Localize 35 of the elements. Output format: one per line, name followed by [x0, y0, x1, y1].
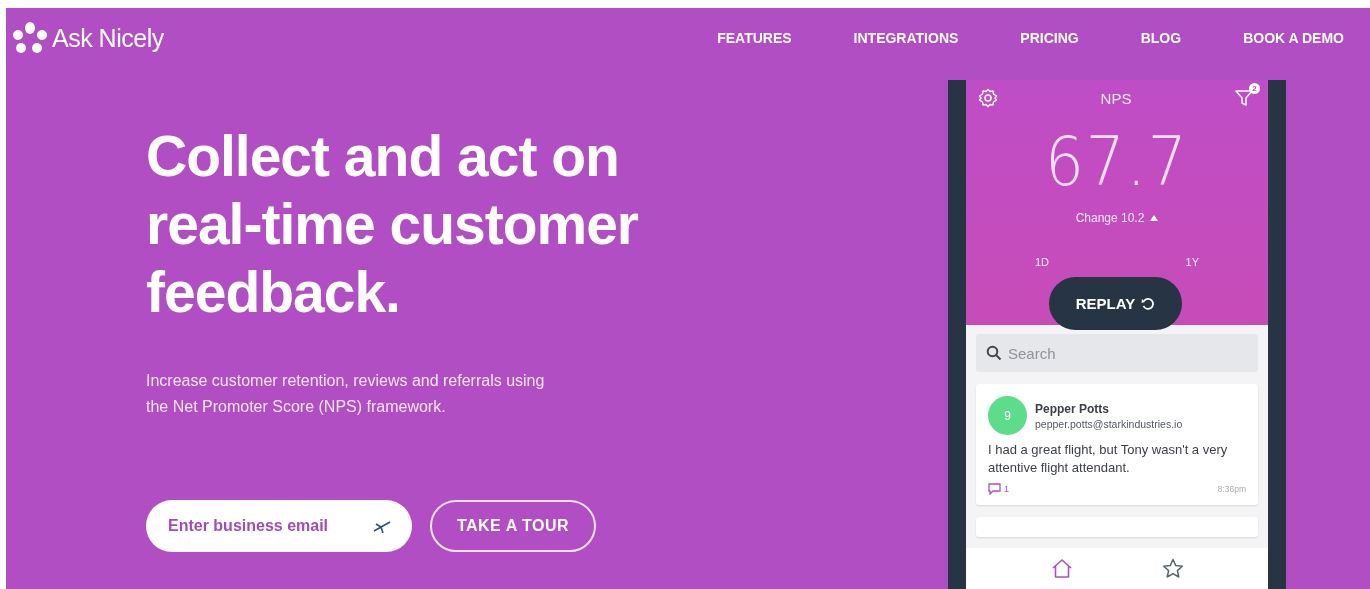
search-icon — [986, 345, 1002, 361]
change-value: Change 10.2 — [1075, 211, 1145, 225]
nav-link[interactable]: BLOG — [1140, 30, 1182, 46]
replay-button[interactable]: REPLAY — [1049, 277, 1182, 330]
hero-headline: Collect and act on real-time customer feedback. — [146, 123, 640, 326]
respondent-name: Pepper Potts — [1035, 401, 1110, 416]
flower-logo-icon[interactable] — [12, 21, 48, 55]
replay-icon — [1141, 296, 1156, 311]
respondent-email: pepper.potts@starkindustries.io — [1035, 417, 1183, 430]
nav-link[interactable]: BOOK A DEMO — [1243, 30, 1344, 46]
home-icon[interactable] — [1050, 558, 1073, 579]
settings-icon[interactable] — [978, 88, 998, 108]
comment-count: 1 — [1004, 484, 1009, 494]
filter-count-badge: 2 — [1249, 83, 1260, 94]
email-field[interactable]: Enter business email — [146, 500, 412, 552]
range-tab[interactable]: 1D — [1035, 256, 1050, 268]
search-field[interactable]: Search — [976, 334, 1258, 372]
nav-link[interactable]: INTEGRATIONS — [853, 30, 959, 46]
response-time: 8:36pm — [1217, 484, 1246, 494]
nav-link[interactable]: FEATURES — [717, 30, 792, 46]
comment-icon[interactable] — [988, 483, 1001, 495]
hero-subtitle: Increase customer retention, reviews and referrals using the Net Promoter Score (NPS) framework. — [146, 371, 546, 417]
filter-icon[interactable] — [1234, 88, 1254, 108]
up-triangle-icon — [1150, 215, 1159, 221]
response-comment: I had a great flight, but Tony wasn't a very attentive flight attendant. — [988, 441, 1229, 477]
star-icon[interactable] — [1161, 558, 1184, 579]
score-avatar: 9 — [988, 396, 1027, 435]
response-card[interactable]: 9 Pepper Potts pepper.potts@starkindustries.io I had a great flight, but Tony wasn't a very attentive flight attendant. 1 8:36pm — [976, 384, 1258, 505]
take-a-tour-button[interactable]: TAKE A TOUR — [430, 500, 596, 552]
paper-plane-icon — [372, 518, 392, 534]
nps-score: 67.7 — [1045, 122, 1189, 201]
nav-link[interactable]: PRICING — [1020, 30, 1079, 46]
range-tab[interactable]: 1Y — [1185, 256, 1199, 268]
screen-title: NPS — [1100, 89, 1132, 107]
brand-name[interactable]: Ask Nicely — [52, 23, 164, 53]
